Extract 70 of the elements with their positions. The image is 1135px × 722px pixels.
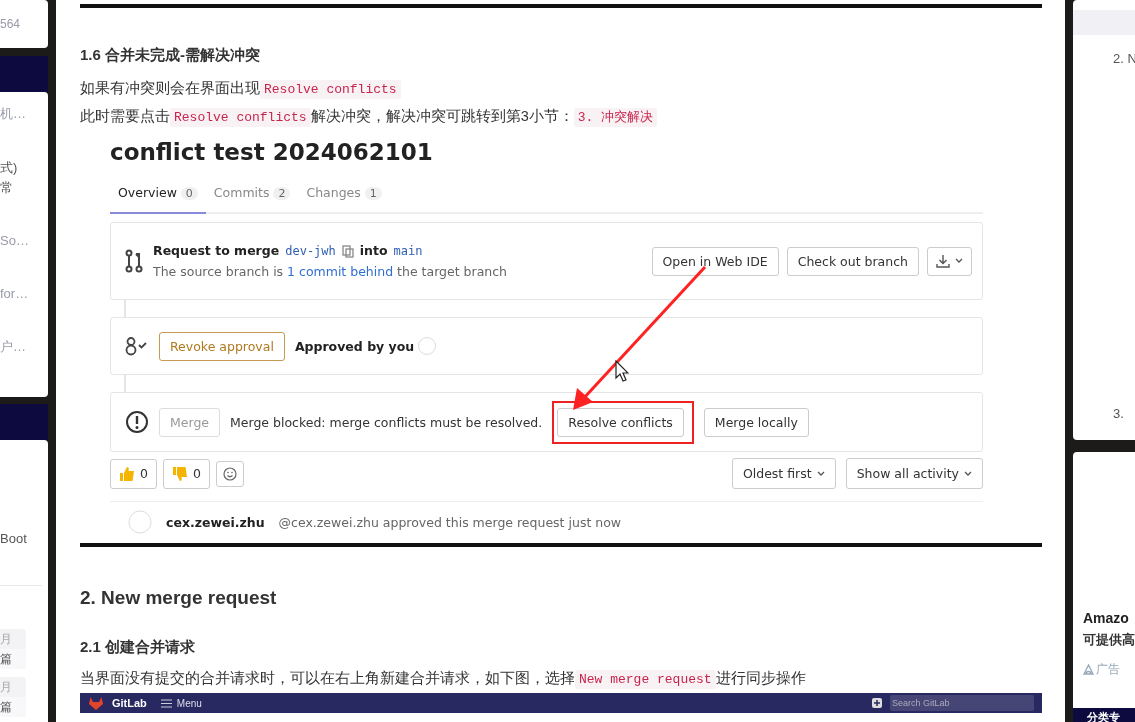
sort-dropdown[interactable]: Oldest first	[731, 458, 836, 489]
caret-icon	[964, 470, 972, 477]
tab[interactable]: Changes 1	[298, 179, 390, 214]
fox-logo	[88, 696, 104, 710]
tab[interactable]: Overview 0	[110, 179, 206, 214]
activity-text: @cex.zewei.zhu approved this merge request just now	[278, 514, 622, 530]
toc-header	[1073, 10, 1135, 35]
ad-text: 可提供高	[1083, 631, 1135, 649]
alert-icon	[125, 410, 149, 434]
subsection-heading: 2.1 创建合并请求	[80, 637, 197, 657]
brand-name: GitLab	[112, 697, 147, 709]
archive-count: 篇	[0, 697, 26, 717]
smiley-icon	[222, 466, 237, 481]
archive-chip[interactable]: 月 篇	[0, 629, 26, 669]
article-link[interactable]: 式)	[0, 160, 48, 176]
avatar-icon	[128, 510, 152, 534]
branch-status: The source branch is 1 commit behind the target branch	[153, 264, 508, 279]
card-header	[0, 56, 48, 92]
paragraph: 当界面没有提交的合并请求时，可以在右上角新建合并请求，如下图，选择 New merge request 进行同步操作	[80, 669, 807, 691]
menu-icon	[160, 698, 172, 708]
reaction-button[interactable]: 0	[110, 458, 157, 489]
merge-request-title: conflict test 2024062101	[110, 138, 434, 167]
archive-chip[interactable]: 月 篇	[0, 677, 26, 717]
menu-button[interactable]: Menu	[160, 697, 202, 709]
toc-item[interactable]: 2. N	[1073, 51, 1135, 66]
download-icon	[936, 254, 950, 268]
card-header	[0, 404, 48, 440]
download-dropdown[interactable]	[927, 246, 972, 276]
ad-title: Amazo	[1083, 610, 1130, 626]
article-link[interactable]: 常	[0, 180, 48, 196]
thumbs-up-icon	[119, 465, 135, 482]
reaction-button[interactable]: 0	[162, 458, 210, 489]
cursor-icon	[615, 360, 629, 382]
section-heading: 2. New merge request	[80, 586, 278, 610]
revoke-approval-button[interactable]: Revoke approval	[159, 331, 285, 361]
toc-item[interactable]: 3.	[1073, 406, 1135, 421]
commit-link[interactable]: 1 commit behind	[287, 264, 394, 279]
tab[interactable]: Commits 2	[205, 179, 299, 214]
archive-month: 月	[0, 679, 13, 696]
sort-dropdown[interactable]: Show all activity	[845, 458, 983, 489]
merge-request-icon	[125, 249, 143, 273]
article-link[interactable]: Boot	[0, 531, 48, 547]
action-button[interactable]: Resolve conflicts	[557, 407, 684, 437]
section-heading: 1.6 合并未完成-需解决冲突	[80, 45, 261, 65]
thumbs-down-icon	[171, 465, 188, 482]
approval-status: Approved by you	[294, 338, 415, 354]
emoji-button[interactable]	[215, 460, 244, 487]
caret-icon	[955, 258, 963, 264]
merge-label: Request to merge	[153, 243, 280, 258]
ad-label: 广告	[1083, 661, 1135, 678]
archive-count: 篇	[0, 649, 26, 669]
search-field[interactable]: Search GitLab	[890, 695, 1034, 711]
card-header: 分类专	[1073, 708, 1135, 722]
action-button[interactable]: Merge locally	[703, 407, 809, 437]
copy-icon[interactable]	[341, 243, 354, 258]
plus-icon[interactable]	[872, 698, 882, 708]
paragraph: 如果有冲突则会在界面出现 Resolve conflicts	[80, 75, 1042, 103]
ad-icon	[1083, 664, 1094, 675]
author-name: cex.zewei.zhu	[166, 514, 265, 530]
archive-month: 月	[0, 631, 13, 648]
paragraph: 此时需要点击 Resolve conflicts 解决冲突，解决冲突可跳转到第3小节： 3. 冲突解决	[80, 103, 1042, 131]
merge-label: into	[359, 243, 388, 258]
action-button[interactable]: Open in Web IDE	[651, 246, 779, 276]
branch-link[interactable]: dev-jwh	[285, 243, 336, 258]
caret-icon	[816, 470, 825, 477]
stat-text: 564	[0, 17, 21, 31]
branch-link[interactable]: main	[393, 243, 423, 258]
merge-blocked-message: Merge blocked: merge conflicts must be resolved.	[230, 414, 543, 430]
approval-icon	[125, 336, 149, 356]
action-button[interactable]: Check out branch	[786, 246, 919, 276]
